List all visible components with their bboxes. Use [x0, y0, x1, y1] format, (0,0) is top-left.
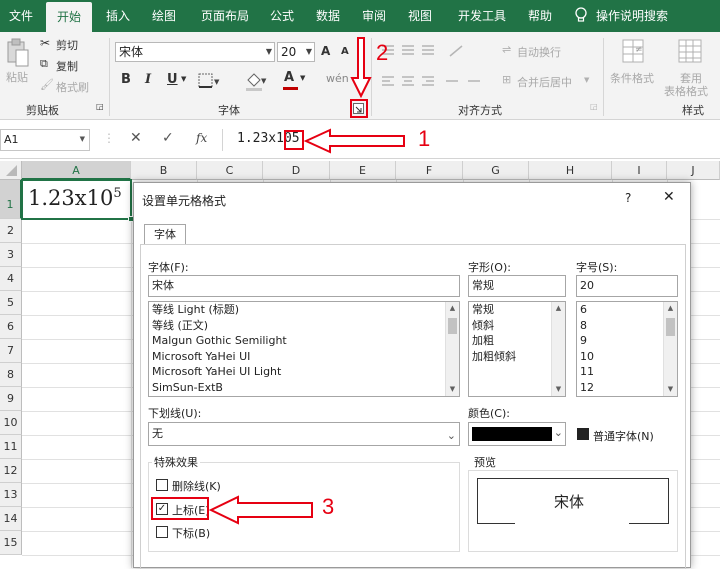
annotation-number-2: 2 [376, 40, 389, 65]
annotation-arrow-2 [350, 37, 372, 99]
annotation-arrow-1 [303, 128, 405, 154]
annotation-arrows [208, 37, 405, 525]
annotation-box-3 [151, 497, 209, 520]
annotation-arrow-3 [208, 495, 313, 525]
annotation-box-2 [350, 99, 368, 118]
annotation-number-1: 1 [418, 126, 431, 151]
annotation-number-3: 3 [322, 494, 335, 519]
